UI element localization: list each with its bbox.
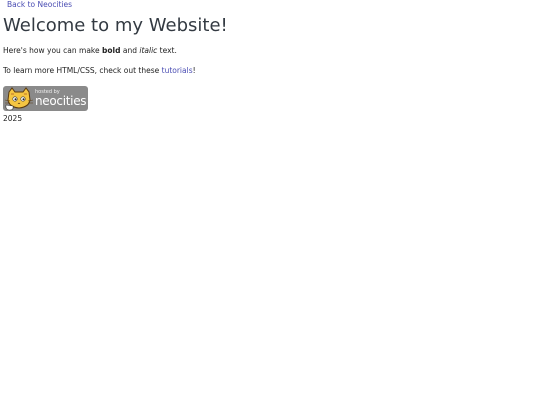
- neocities-cat-icon: [4, 87, 34, 111]
- paragraph-text: text.: [157, 46, 177, 55]
- top-nav: Back to Neocities: [7, 0, 72, 10]
- paragraph-text: and: [120, 46, 140, 55]
- back-to-neocities-link[interactable]: Back to Neocities: [7, 0, 72, 9]
- formatting-paragraph: Here's how you can make bold and italic …: [3, 46, 177, 56]
- footer-year: 2025: [3, 114, 23, 123]
- tutorials-paragraph: To learn more HTML/CSS, check out these …: [3, 66, 196, 76]
- paragraph-text: !: [192, 66, 196, 75]
- page-title: Welcome to my Website!: [3, 15, 228, 36]
- italic-text: italic: [139, 46, 158, 55]
- paragraph-text: Here's how you can make: [3, 46, 102, 55]
- bold-text: bold: [102, 46, 121, 55]
- tutorials-link[interactable]: tutorials: [162, 66, 193, 75]
- badge-neocities-text: neocities: [35, 94, 87, 108]
- hosted-by-neocities-badge[interactable]: hosted by neocities: [3, 86, 88, 111]
- paragraph-text: To learn more HTML/CSS, check out these: [3, 66, 162, 75]
